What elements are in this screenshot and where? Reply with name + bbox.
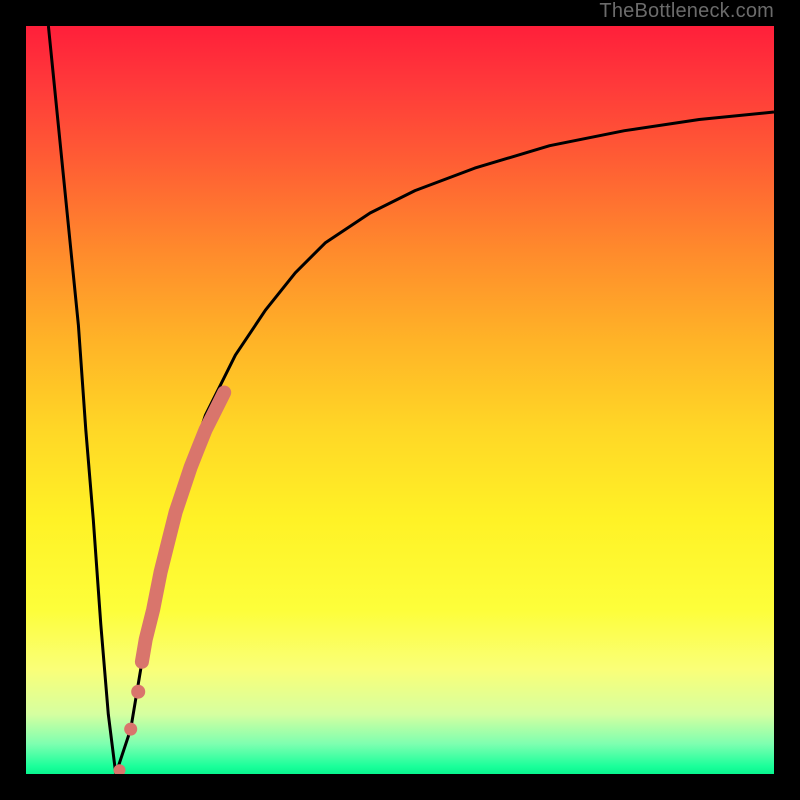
highlight-segment bbox=[142, 393, 224, 662]
chart-svg bbox=[26, 26, 774, 774]
chart-frame: TheBottleneck.com bbox=[0, 0, 800, 800]
plot-area bbox=[26, 26, 774, 774]
dot-2 bbox=[124, 723, 137, 736]
dot-1 bbox=[131, 685, 145, 699]
watermark-text: TheBottleneck.com bbox=[599, 0, 774, 23]
highlight-dots bbox=[114, 685, 146, 774]
bottleneck-curve bbox=[48, 26, 774, 774]
